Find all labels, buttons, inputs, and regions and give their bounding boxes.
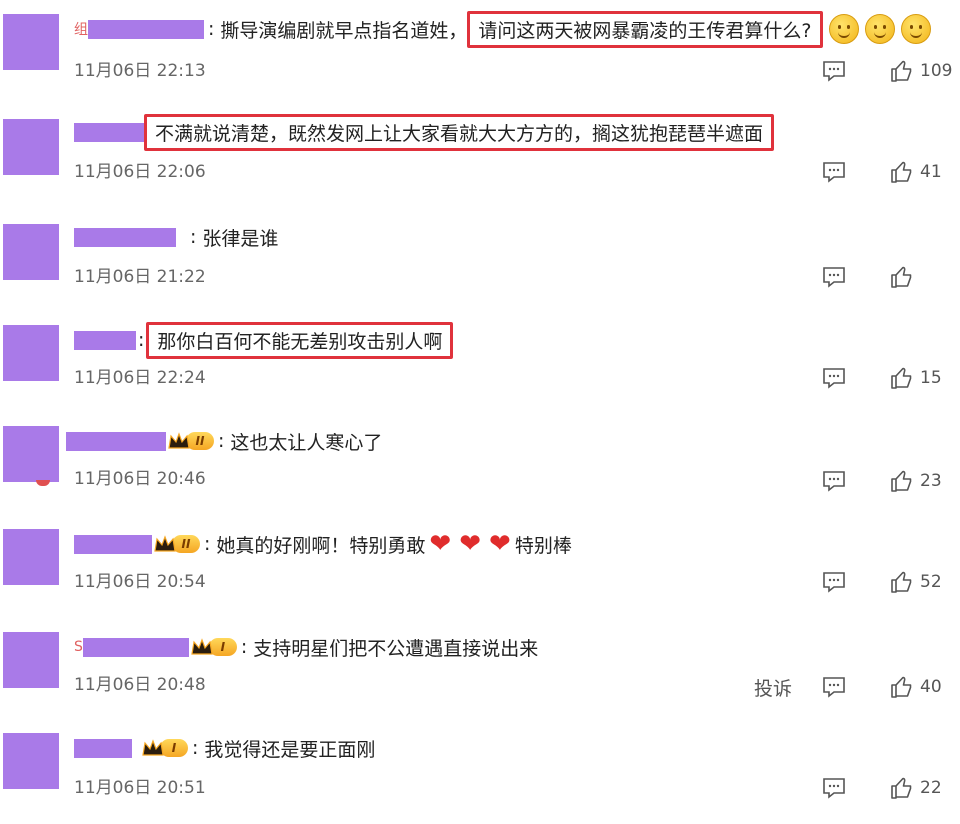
crown-icon [142, 739, 164, 757]
comment-timestamp: 11月06日 22:24 [74, 368, 206, 388]
comment-item: I : 我觉得还是要正面刚 11月06日 20:51 22 [0, 721, 960, 824]
highlighted-comment-text: 不满就说清楚，既然发网上让大家看就大大方方的，搁这犹抱琵琶半遮面 [144, 113, 775, 151]
thumbs-up-icon[interactable] [890, 776, 914, 800]
like-count: 22 [920, 778, 942, 798]
comment-item: 不满就说清楚，既然发网上让大家看就大大方方的，搁这犹抱琵琶半遮面 11月06日 … [0, 103, 960, 206]
comment-item: 组 : 撕导演编剧就早点指名道姓， 请问这两天被网暴霸凌的王传君算什么? 11月… [0, 0, 960, 103]
vip-badge: II [168, 430, 214, 452]
heart-emoji-icon: ❤ [459, 529, 482, 559]
username-redacted[interactable] [74, 534, 152, 554]
username-fragment: 组 [74, 22, 88, 38]
username-fragment: S [74, 639, 83, 655]
badge-level: I [160, 739, 188, 757]
comment-text: 支持明星们把不公遭遇直接说出来 [253, 637, 539, 660]
comment-timestamp: 11月06日 22:06 [74, 162, 206, 182]
avatar[interactable] [3, 119, 59, 175]
like-count: 109 [920, 61, 953, 81]
comment-text: 她真的好刚啊！特别勇敢 [216, 534, 426, 557]
username-redacted[interactable] [74, 330, 136, 350]
comment-item: S I : 支持明星们把不公遭遇直接说出来 11月06日 20:48 投诉 40 [0, 618, 960, 721]
thumbs-up-icon[interactable] [890, 59, 914, 83]
badge-level: II [172, 535, 200, 553]
crown-icon [191, 638, 213, 656]
vip-badge: I [191, 636, 237, 658]
highlighted-comment-text: 那你白百何不能无差别攻击别人啊 [146, 321, 454, 359]
reply-icon[interactable] [822, 571, 846, 593]
username-redacted[interactable] [88, 19, 204, 39]
highlighted-comment-text: 请问这两天被网暴霸凌的王传君算什么? [467, 10, 823, 48]
avatar[interactable] [3, 426, 59, 482]
comment-timestamp: 11月06日 21:22 [74, 267, 206, 287]
comment-timestamp: 11月06日 20:54 [74, 572, 206, 592]
crown-icon [154, 535, 176, 553]
comment-item: : 张律是谁 11月06日 21:22 [0, 206, 960, 309]
avatar[interactable] [3, 733, 59, 789]
reply-icon[interactable] [822, 60, 846, 82]
comment-item: II : 这也太让人寒心了 11月06日 20:46 23 [0, 412, 960, 515]
username-redacted[interactable] [74, 738, 132, 758]
comment-text: 撕导演编剧就早点指名道姓， [220, 19, 468, 42]
comment-timestamp: 11月06日 20:48 [74, 675, 206, 695]
comment-timestamp: 11月06日 20:51 [74, 778, 206, 798]
thumbs-up-icon[interactable] [890, 469, 914, 493]
badge-level: II [186, 432, 214, 450]
like-count: 52 [920, 572, 942, 592]
reply-icon[interactable] [822, 161, 846, 183]
like-count: 15 [920, 368, 942, 388]
like-count: 23 [920, 471, 942, 491]
comment-item: : 那你白百何不能无差别攻击别人啊 11月06日 22:24 15 [0, 309, 960, 412]
avatar[interactable] [3, 529, 59, 585]
crown-icon [168, 432, 190, 450]
reply-icon[interactable] [822, 470, 846, 492]
comment-timestamp: 11月06日 20:46 [74, 469, 206, 489]
reply-icon[interactable] [822, 676, 846, 698]
username-redacted[interactable] [82, 637, 189, 657]
smiley-emoji-icon [864, 14, 895, 44]
thumbs-up-icon[interactable] [890, 265, 914, 289]
reply-icon[interactable] [822, 266, 846, 288]
like-count: 41 [920, 162, 942, 182]
smiley-emoji-icon [828, 14, 859, 44]
report-link[interactable]: 投诉 [754, 674, 792, 701]
username-redacted[interactable] [66, 431, 166, 451]
smiley-emoji-icon [900, 14, 931, 44]
avatar[interactable] [3, 14, 59, 70]
reply-icon[interactable] [822, 777, 846, 799]
comment-text: 这也太让人寒心了 [230, 431, 383, 454]
username-redacted[interactable] [74, 122, 144, 142]
thumbs-up-icon[interactable] [890, 675, 914, 699]
comment-text: 张律是谁 [202, 227, 279, 250]
username-redacted[interactable] [74, 227, 176, 247]
avatar[interactable] [3, 224, 59, 280]
thumbs-up-icon[interactable] [890, 570, 914, 594]
avatar[interactable] [3, 632, 59, 688]
vip-badge: I [142, 737, 188, 759]
comment-timestamp: 11月06日 22:13 [74, 61, 206, 81]
heart-emoji-icon: ❤ [489, 529, 511, 559]
comment-text: 我觉得还是要正面刚 [204, 738, 376, 761]
thumbs-up-icon[interactable] [890, 160, 914, 184]
thumbs-up-icon[interactable] [890, 366, 914, 390]
reply-icon[interactable] [822, 367, 846, 389]
vip-badge: II [154, 533, 200, 555]
like-count: 40 [920, 677, 942, 697]
heart-emoji-icon: ❤ [429, 529, 452, 559]
comment-text-suffix: 特别棒 [514, 534, 572, 557]
badge-level: I [208, 638, 237, 656]
avatar[interactable] [3, 325, 59, 381]
comment-item: II : 她真的好刚啊！特别勇敢 ❤ ❤ ❤ 特别棒 11月06日 20:54 … [0, 515, 960, 618]
